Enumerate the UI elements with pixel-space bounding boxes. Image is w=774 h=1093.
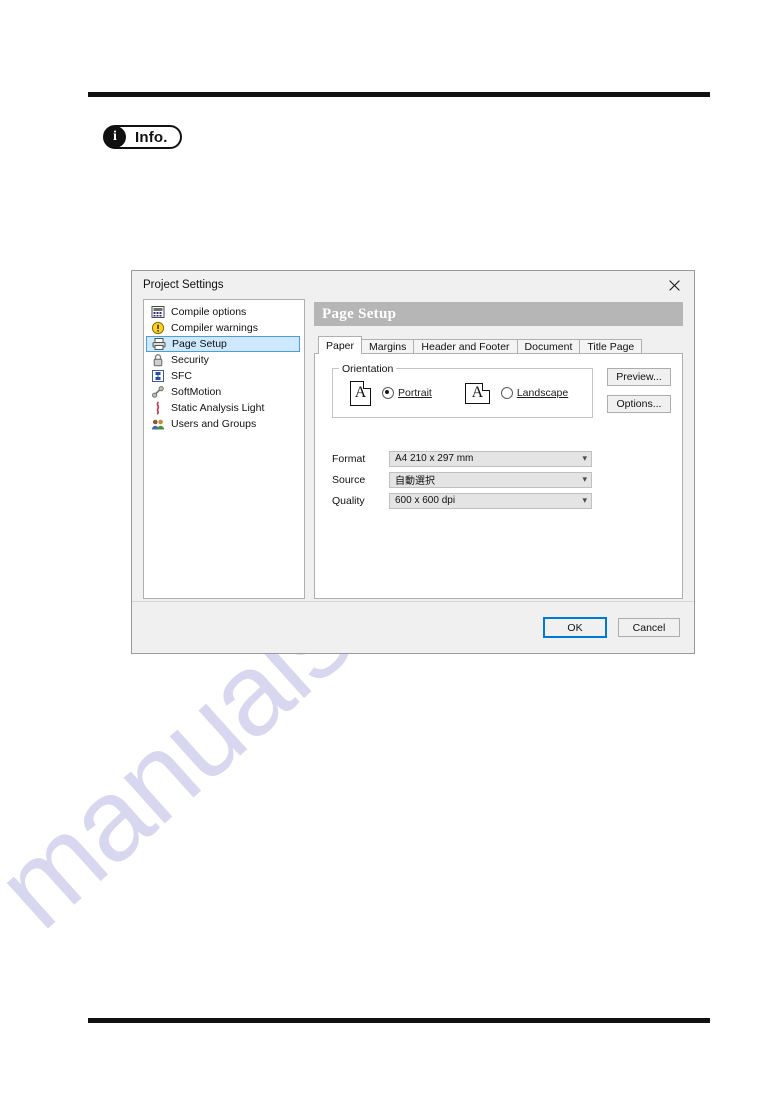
quality-row: Quality 600 x 600 dpi ▾ <box>332 491 592 510</box>
security-lock-icon <box>153 354 163 367</box>
settings-pane: Page Setup Paper Margins Header and Foot… <box>314 299 683 599</box>
quality-select[interactable]: 600 x 600 dpi ▾ <box>389 492 592 509</box>
chevron-down-icon: ▾ <box>582 474 587 484</box>
quality-label: Quality <box>332 494 365 507</box>
close-icon[interactable] <box>654 272 694 298</box>
compile-options-icon <box>151 306 165 318</box>
sidebar-item-label: Compile options <box>171 306 247 318</box>
sidebar-item-static-analysis-light[interactable]: Static Analysis Light <box>146 400 300 416</box>
portrait-radio-row[interactable]: Portrait <box>382 387 432 399</box>
source-label: Source <box>332 473 366 486</box>
sidebar-item-compiler-warnings[interactable]: Compiler warnings <box>146 320 300 336</box>
landscape-page-icon: A <box>464 382 490 404</box>
compiler-warnings-icon <box>151 321 165 335</box>
tab-strip[interactable]: Paper Margins Header and Footer Document… <box>314 336 683 354</box>
tab-margins[interactable]: Margins <box>361 339 415 354</box>
landscape-radio[interactable] <box>500 387 513 399</box>
pane-title: Page Setup <box>322 305 397 322</box>
portrait-label: Portrait <box>398 387 432 399</box>
chevron-down-icon: ▾ <box>582 495 587 505</box>
orientation-legend: Orientation <box>339 363 397 375</box>
sidebar-item-label: Security <box>171 354 209 366</box>
tab-document[interactable]: Document <box>516 339 581 354</box>
portrait-radio[interactable] <box>382 387 394 399</box>
sidebar-item-users-and-groups[interactable]: Users and Groups <box>146 416 300 432</box>
static-analysis-icon <box>156 401 160 415</box>
format-value: A4 210 x 297 mm <box>395 453 474 464</box>
page-header-rule <box>88 92 710 97</box>
source-value: 自動選択 <box>395 476 435 487</box>
softmotion-icon <box>152 386 164 398</box>
info-icon: i <box>104 126 126 148</box>
dialog-titlebar: Project Settings <box>132 271 694 299</box>
quality-value: 600 x 600 dpi <box>395 495 456 506</box>
sidebar-item-sfc[interactable]: SFC <box>146 368 300 384</box>
paper-fields: Format A4 210 x 297 mm ▾ Source 自動選択 ▾ Q… <box>332 449 592 512</box>
project-settings-dialog: Project Settings Compile options Compile… <box>131 270 695 654</box>
paper-side-buttons: Preview... Options... <box>607 368 671 413</box>
sidebar-item-compile-options[interactable]: Compile options <box>146 304 300 320</box>
sidebar-item-label: Page Setup <box>172 338 227 350</box>
settings-category-list[interactable]: Compile options Compiler warnings Page S… <box>143 299 305 599</box>
page-footer-rule <box>88 1018 710 1023</box>
cancel-button[interactable]: Cancel <box>618 618 680 637</box>
sidebar-item-label: Static Analysis Light <box>171 402 265 414</box>
chevron-down-icon: ▾ <box>582 453 587 463</box>
sidebar-item-label: SoftMotion <box>171 386 222 398</box>
page-setup-printer-icon <box>152 338 166 350</box>
landscape-radio-row[interactable]: Landscape <box>500 387 569 399</box>
options-button[interactable]: Options... <box>607 395 671 413</box>
format-label: Format <box>332 452 366 465</box>
sidebar-item-label: Compiler warnings <box>171 322 258 334</box>
info-badge: i Info. <box>103 125 182 149</box>
sidebar-item-page-setup[interactable]: Page Setup <box>146 336 300 352</box>
tab-paper[interactable]: Paper <box>318 336 363 354</box>
sidebar-item-security[interactable]: Security <box>146 352 300 368</box>
preview-button[interactable]: Preview... <box>607 368 671 386</box>
sidebar-item-label: Users and Groups <box>171 418 257 430</box>
ok-button[interactable]: OK <box>543 617 607 638</box>
info-badge-label: Info. <box>135 128 168 146</box>
format-select[interactable]: A4 210 x 297 mm ▾ <box>389 450 592 467</box>
sidebar-item-softmotion[interactable]: SoftMotion <box>146 384 300 400</box>
tab-title-page[interactable]: Title Page <box>579 339 643 354</box>
sidebar-item-label: SFC <box>171 370 192 382</box>
dialog-title: Project Settings <box>143 279 224 291</box>
source-row: Source 自動選択 ▾ <box>332 470 592 489</box>
users-and-groups-icon <box>152 419 164 430</box>
portrait-page-icon: A <box>350 380 371 406</box>
dialog-body: Compile options Compiler warnings Page S… <box>132 299 694 599</box>
orientation-group: Orientation A Portrait A Landscape <box>332 363 593 418</box>
dialog-footer: OK Cancel <box>132 601 694 653</box>
pane-header: Page Setup <box>314 302 683 326</box>
paper-tab-panel: Orientation A Portrait A Landscape Forma… <box>314 353 683 599</box>
format-row: Format A4 210 x 297 mm ▾ <box>332 449 592 468</box>
landscape-label: Landscape <box>516 387 569 399</box>
sfc-icon <box>152 370 164 382</box>
source-select[interactable]: 自動選択 ▾ <box>389 471 592 488</box>
tab-header-and-footer[interactable]: Header and Footer <box>413 339 518 354</box>
